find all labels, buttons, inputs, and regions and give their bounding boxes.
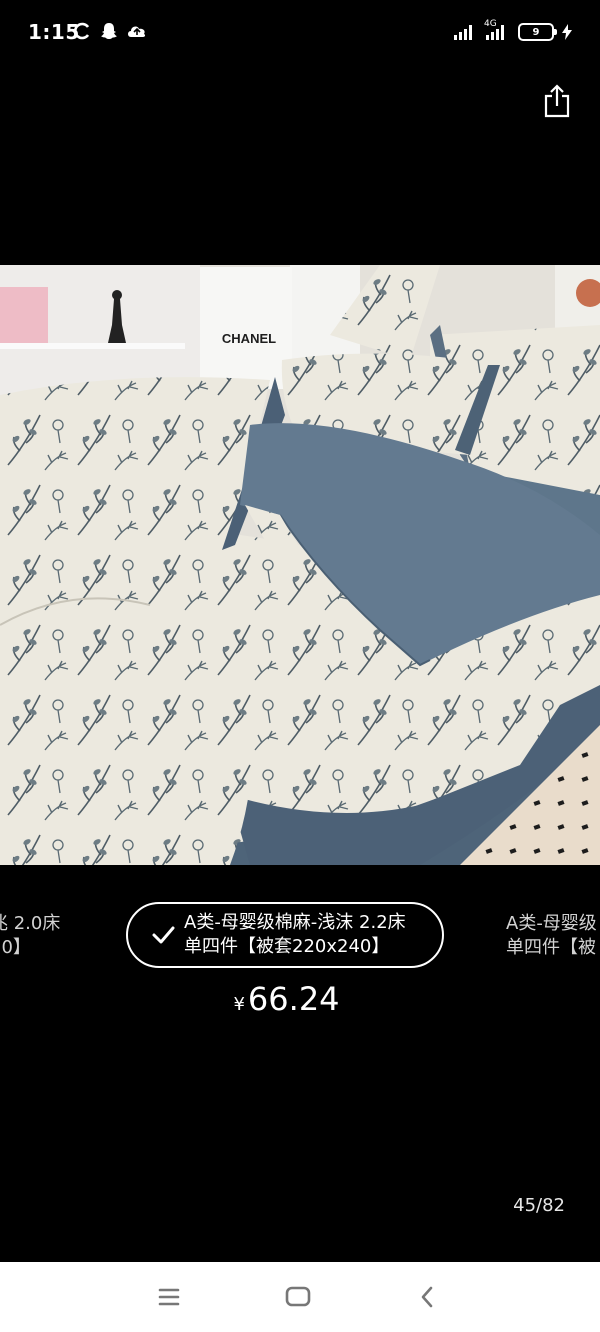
signal-4g-icon: 4G <box>484 19 510 42</box>
share-icon[interactable] <box>542 84 572 118</box>
status-system-icons: 4G 9 <box>454 19 572 42</box>
price-currency: ¥ <box>233 994 245 1015</box>
snapchat-icon <box>101 23 117 39</box>
variant-option-next-line1: A类-母婴级 <box>506 913 597 934</box>
image-page-indicator: 45/82 <box>513 1195 565 1216</box>
check-icon <box>152 926 175 944</box>
status-time: 1:15 <box>28 20 80 44</box>
battery-icon: 9 <box>518 23 557 41</box>
menu-icon[interactable] <box>149 1282 189 1312</box>
variant-selected-line1: A类-母婴级棉麻-浅沫 2.2床 <box>184 912 406 933</box>
charging-icon <box>562 24 572 40</box>
variant-option-previous-line2: 30】 <box>0 937 31 958</box>
sync-icon <box>74 22 90 40</box>
variant-selected-label: A类-母婴级棉麻-浅沫 2.2床 单四件【被套220x240】 <box>184 911 406 959</box>
variant-option-previous[interactable]: 兆 2.0床 30】 <box>0 912 60 960</box>
back-icon[interactable] <box>407 1282 447 1312</box>
price-value: 66.24 <box>247 980 340 1018</box>
battery-level: 9 <box>532 26 540 38</box>
product-price: ¥66.24 <box>0 980 573 1018</box>
variant-option-next[interactable]: A类-母婴级 单四件【被 <box>506 912 597 960</box>
status-notification-icons <box>74 22 148 40</box>
variant-option-previous-line1: 兆 2.0床 <box>0 913 61 934</box>
home-icon[interactable] <box>278 1282 318 1312</box>
poster-sign-text: CHANEL <box>222 331 276 346</box>
system-navigation-bar <box>0 1262 600 1332</box>
variant-option-selected[interactable]: A类-母婴级棉麻-浅沫 2.2床 单四件【被套220x240】 <box>126 902 444 968</box>
network-type: 4G <box>484 19 497 29</box>
cloud-upload-icon <box>128 26 146 37</box>
variant-option-next-line2: 单四件【被 <box>506 937 596 958</box>
product-photo[interactable]: CHANEL <box>0 265 600 865</box>
status-bar: 1:15 4G 9 <box>0 0 600 66</box>
variant-selected-line2: 单四件【被套220x240】 <box>184 936 390 957</box>
signal-icon <box>454 25 472 40</box>
